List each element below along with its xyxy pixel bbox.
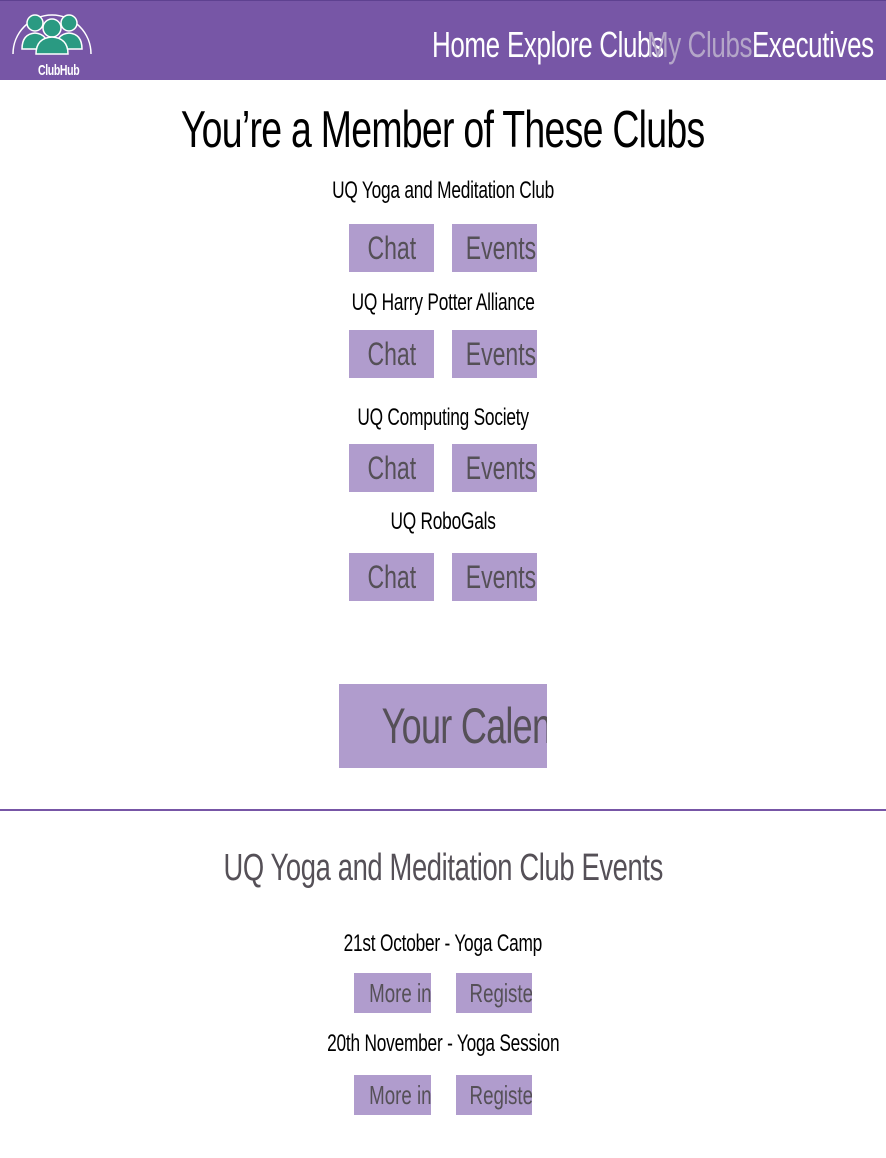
chat-button[interactable]: Chat: [349, 330, 434, 378]
club-name: UQ Harry Potter Alliance: [351, 289, 535, 316]
chat-button[interactable]: Chat: [349, 553, 434, 601]
events-button[interactable]: Events: [452, 553, 537, 601]
more-info-button[interactable]: More info: [354, 973, 431, 1013]
club-name: UQ Yoga and Meditation Club: [332, 177, 554, 204]
nav-my-clubs[interactable]: My Clubs: [647, 23, 753, 67]
event-name-row: 21st October - Yoga Camp: [0, 929, 886, 959]
nav-home[interactable]: Home: [432, 23, 500, 67]
register-button[interactable]: Register: [456, 973, 532, 1013]
club-name-row: UQ Computing Society: [0, 403, 886, 433]
nav-executives[interactable]: Executives: [752, 23, 874, 67]
event-name: 20th November - Yoga Session: [326, 1030, 560, 1057]
more-info-button[interactable]: More info: [354, 1075, 431, 1115]
nav-links: Home Explore Clubs My Clubs Executives: [0, 23, 886, 67]
top-navbar: ClubHub Home Explore Clubs My Clubs Exec…: [0, 0, 886, 80]
chat-button[interactable]: Chat: [349, 444, 434, 492]
your-calendar-button[interactable]: Your Calendar: [339, 684, 547, 768]
club-name: UQ Computing Society: [357, 404, 529, 431]
club-name-row: UQ Harry Potter Alliance: [0, 288, 886, 318]
event-name-row: 20th November - Yoga Session: [0, 1029, 886, 1059]
events-section-title: UQ Yoga and Meditation Club Events: [223, 847, 663, 889]
club-name-row: UQ Yoga and Meditation Club: [0, 176, 886, 206]
nav-explore-clubs[interactable]: Explore Clubs: [507, 23, 664, 67]
events-button[interactable]: Events: [452, 444, 537, 492]
events-button[interactable]: Events: [452, 224, 537, 272]
chat-button[interactable]: Chat: [349, 224, 434, 272]
club-name: UQ RoboGals: [390, 508, 496, 535]
event-name: 21st October - Yoga Camp: [343, 930, 543, 957]
events-title-row: UQ Yoga and Meditation Club Events: [0, 846, 886, 890]
page-title: You’re a Member of These Clubs: [181, 101, 705, 159]
section-divider: [0, 809, 886, 811]
events-button[interactable]: Events: [452, 330, 537, 378]
register-button[interactable]: Register: [456, 1075, 532, 1115]
club-name-row: UQ RoboGals: [0, 507, 886, 537]
page-title-row: You’re a Member of These Clubs: [0, 100, 886, 160]
